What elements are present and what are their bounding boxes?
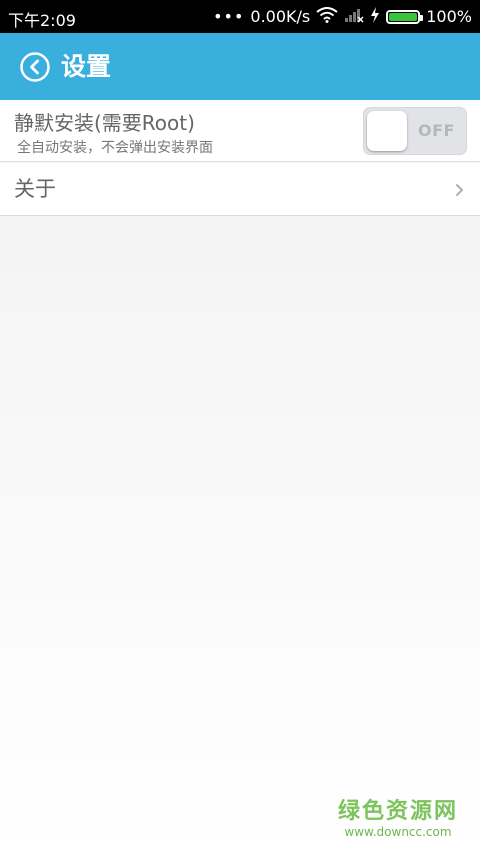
silent-install-title: 静默安装(需要Root)	[14, 111, 195, 135]
toggle-state-label: OFF	[418, 121, 455, 140]
status-bar: 下午2:09 ••• 0.00K/s 100%	[0, 0, 480, 33]
battery-percent: 100%	[426, 7, 472, 26]
back-circle-icon	[20, 52, 50, 82]
back-button[interactable]	[20, 52, 50, 82]
net-speed: 0.00K/s	[250, 7, 311, 26]
about-row[interactable]: 关于	[0, 163, 480, 216]
toggle-knob	[367, 111, 407, 151]
page-title: 设置	[61, 52, 112, 81]
status-time: 下午2:09	[8, 11, 76, 30]
notification-dots: •••	[213, 7, 245, 26]
watermark-text: 绿色资源网	[337, 799, 458, 824]
silent-install-toggle[interactable]: OFF	[363, 107, 467, 155]
chevron-right-icon	[456, 184, 463, 196]
signal-icon	[344, 7, 364, 27]
watermark: 绿色资源网 www.downcc.com	[338, 799, 458, 839]
watermark-url: www.downcc.com	[344, 825, 452, 839]
battery-icon	[386, 9, 424, 24]
silent-install-subtitle: 全自动安装，不会弹出安装界面	[17, 140, 213, 156]
title-bar: 设置	[0, 33, 480, 100]
charging-icon	[370, 6, 380, 27]
silent-install-row: 静默安装(需要Root) 全自动安装，不会弹出安装界面 OFF	[0, 100, 480, 162]
wifi-icon	[316, 6, 338, 27]
status-right: ••• 0.00K/s 100%	[213, 0, 472, 33]
about-title: 关于	[14, 177, 56, 201]
